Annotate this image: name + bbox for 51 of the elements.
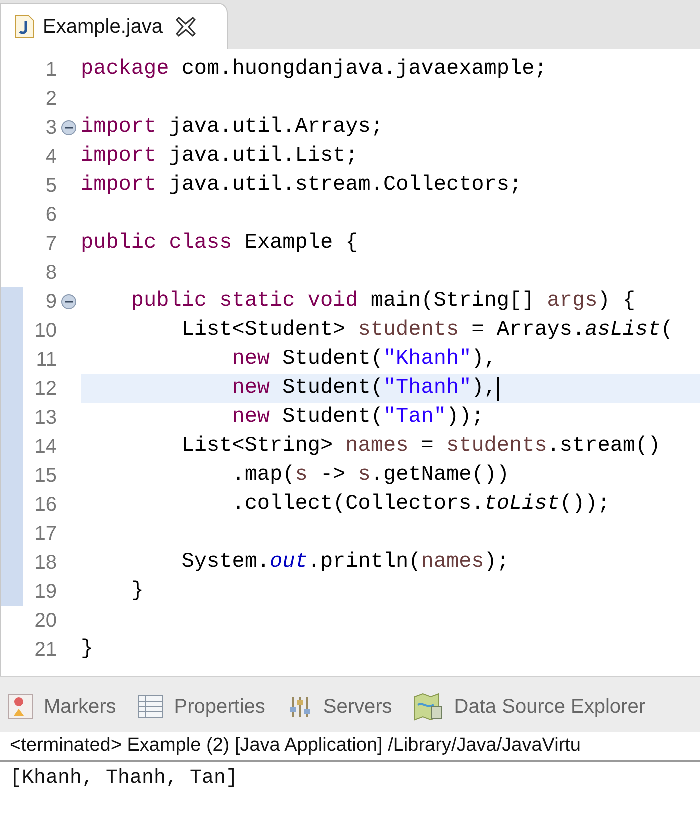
collapse-icon[interactable]	[61, 120, 77, 136]
code-line: package com.huongdanjava.javaexample;	[81, 56, 548, 83]
line-number: 20	[34, 608, 57, 634]
line-number: 12	[34, 376, 57, 402]
console-output: [Khanh, Thanh, Tan]	[9, 766, 240, 792]
console-header: <terminated> Example (2) [Java Application] /Library/Java/JavaVirtu	[0, 732, 700, 762]
line-number: 19	[34, 580, 57, 604]
line-number: 15	[34, 464, 57, 488]
line-number: 10	[34, 318, 57, 344]
marker-icon	[8, 694, 34, 720]
java-file-icon	[15, 14, 35, 38]
code-line: import java.util.Arrays;	[81, 114, 384, 141]
editor-tab[interactable]: Example.java	[0, 3, 228, 49]
line-number: 17	[34, 522, 57, 546]
line-number: 8	[46, 260, 57, 286]
line-number: 13	[34, 406, 57, 430]
code-line: List<String> names = students.stream()	[180, 434, 662, 460]
line-number: 6	[46, 202, 57, 228]
panel-tab[interactable]: Markers	[8, 692, 116, 722]
code-line: System.out.println(names);	[180, 550, 510, 576]
collapse-icon[interactable]	[61, 294, 77, 310]
map-icon	[414, 692, 444, 720]
code-line: new Student("Khanh"),	[231, 346, 498, 373]
code-line: import java.util.stream.Collectors;	[81, 172, 524, 199]
code-line: new Student("Tan"));	[231, 404, 486, 431]
code-line: .collect(Collectors.toList());	[231, 492, 612, 518]
panel-tab[interactable]: Properties	[138, 692, 266, 722]
close-icon[interactable]	[175, 16, 198, 38]
line-number: 4	[46, 144, 57, 170]
code-line: import java.util.List;	[81, 144, 360, 170]
line-number: 3	[46, 116, 57, 140]
line-number: 21	[34, 638, 57, 662]
line-number: 2	[46, 86, 57, 112]
code-line: }	[81, 636, 95, 663]
code-line: }	[130, 578, 146, 605]
line-number: 11	[36, 348, 57, 372]
line-number: 16	[34, 492, 57, 518]
line-number: 1	[46, 58, 57, 82]
code-line: public static void main(String[] args) {	[130, 288, 637, 315]
table-icon	[138, 694, 164, 720]
tab-title: Example.java	[43, 14, 164, 40]
panel-tab[interactable]: Servers	[287, 692, 392, 722]
code-line: List<Student> students = Arrays.asList(	[180, 318, 674, 344]
code-line: public class Example {	[81, 230, 360, 257]
line-number: 18	[34, 550, 57, 576]
line-number: 14	[34, 434, 57, 460]
code-line: .map(s -> s.getName())	[231, 462, 511, 489]
line-number: 9	[46, 290, 57, 314]
line-number: 7	[46, 232, 57, 256]
panel-tab[interactable]: Data Source Explorer	[414, 692, 646, 722]
line-number: 5	[46, 174, 57, 198]
